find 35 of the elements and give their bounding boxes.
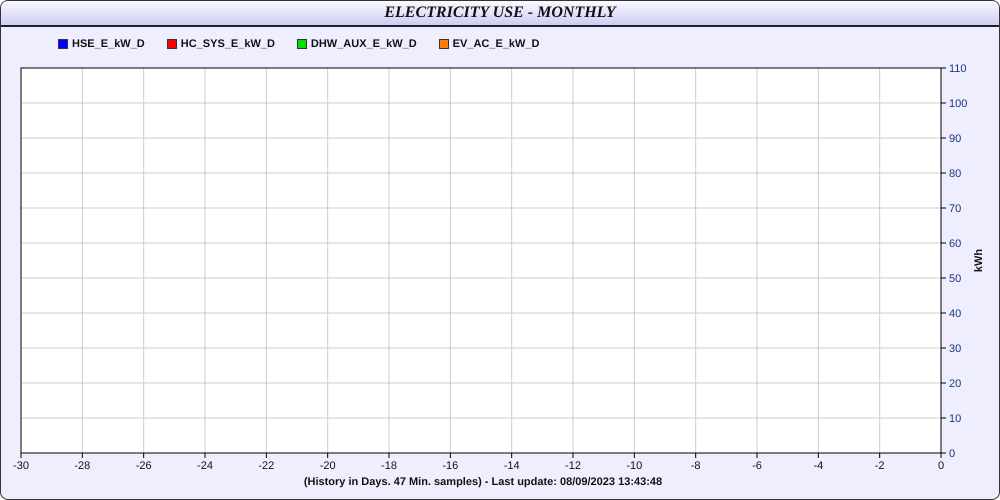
- x-tick-label: -16: [442, 460, 458, 472]
- x-tick-label: -2: [874, 460, 885, 472]
- legend-label: DHW_AUX_E_kW_D: [310, 38, 417, 50]
- y-tick-label: 80: [949, 168, 962, 180]
- x-tick-label: -28: [74, 460, 90, 472]
- x-tick-label: -30: [13, 460, 29, 472]
- x-tick-label: -10: [626, 460, 642, 472]
- x-tick-label: -6: [752, 460, 762, 472]
- x-tick-label: -22: [258, 460, 274, 472]
- y-tick-label: 50: [949, 273, 962, 285]
- x-tick-label: -8: [690, 460, 701, 472]
- y-tick-label: 100: [949, 98, 968, 110]
- y-tick-label: 90: [949, 133, 962, 145]
- legend-label: EV_AC_E_kW_D: [452, 38, 540, 50]
- y-tick-label: 40: [949, 308, 962, 320]
- x-tick-label: -12: [565, 460, 581, 472]
- y-tick-label: 30: [949, 343, 962, 355]
- x-tick-label: -4: [813, 460, 824, 472]
- x-tick-label: -24: [197, 460, 213, 472]
- legend-label: HC_SYS_E_kW_D: [180, 38, 275, 50]
- legend-label: HSE_E_kW_D: [72, 38, 145, 50]
- chart-title: ELECTRICITY USE - MONTHLY: [384, 4, 616, 22]
- y-tick-label: 110: [949, 63, 967, 75]
- x-tick-label: -14: [504, 460, 520, 472]
- x-tick-label: 0: [938, 460, 944, 472]
- y-tick-label: 20: [949, 378, 962, 390]
- x-tick-label: -26: [136, 460, 152, 472]
- y-tick-label: 0: [949, 448, 956, 460]
- y-axis-title: kWh: [973, 248, 985, 272]
- y-tick-label: 10: [949, 413, 962, 425]
- x-tick-label: -18: [381, 460, 397, 472]
- y-tick-label: 70: [949, 203, 962, 215]
- y-tick-label: 60: [949, 238, 962, 250]
- x-axis-title: (History in Days. 47 Min. samples) - Last update: 08/09/2023 13:43:48: [304, 476, 662, 488]
- x-tick-label: -20: [320, 460, 336, 472]
